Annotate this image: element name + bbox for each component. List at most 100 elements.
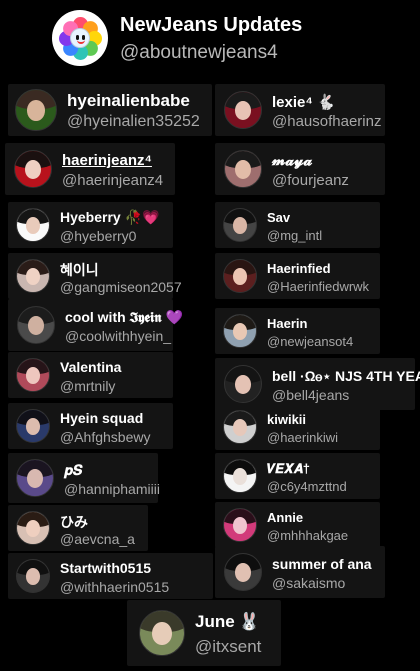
avatar[interactable]: [224, 365, 262, 403]
account-handle[interactable]: @aboutnewjeans4: [120, 42, 278, 64]
avatar[interactable]: [139, 610, 185, 656]
account-handle[interactable]: @sakaismo: [272, 575, 345, 591]
account-name[interactable]: haerinjeanz⁴: [62, 152, 152, 169]
account-header: NewJeans Updates @aboutnewjeans4: [52, 8, 412, 68]
account-handle[interactable]: @withhaerin0515: [60, 579, 169, 595]
account-card[interactable]: kiwikii @haerinkiwi: [215, 404, 380, 450]
account-card[interactable]: hyeinalienbabe @hyeinalien35252: [8, 84, 212, 136]
account-card[interactable]: Startwith0515 @withhaerin0515: [8, 553, 213, 599]
account-card[interactable]: Annie @mhhhakgae: [215, 502, 380, 548]
account-card[interactable]: Haerinfied @Haerinfiedwrwk: [215, 253, 380, 299]
account-title[interactable]: NewJeans Updates: [120, 14, 302, 37]
account-name[interactable]: ひみ: [60, 512, 88, 532]
avatar[interactable]: [223, 259, 257, 293]
account-card[interactable]: bell ·Ωⲑ⋆ NJS 4TH YEAR @bell4jeans: [215, 358, 420, 410]
account-name-text: Hyeberry: [60, 209, 121, 225]
account-card[interactable]: 𝒑𝑺 @hanniphamiiii: [8, 453, 160, 503]
avatar[interactable]: [224, 150, 262, 188]
account-card[interactable]: haerinjeanz⁴ @haerinjeanz4: [5, 143, 175, 195]
account-handle[interactable]: @hanniphamiiii: [64, 481, 160, 497]
account-name-text: cool with 𝕴𝖞𝖊𝖎𝖓: [65, 309, 162, 325]
account-card[interactable]: Hyein squad @Ahfghsbewy: [8, 403, 173, 449]
account-handle[interactable]: @haerinkiwi: [267, 430, 338, 445]
account-handle[interactable]: @Ahfghsbewy: [60, 429, 150, 445]
account-name-text: ひみ: [60, 514, 88, 530]
account-card[interactable]: 혜이니 @gangmiseon2057: [8, 253, 182, 299]
avatar[interactable]: [223, 508, 257, 542]
account-card[interactable]: Valentina @mrtnily: [8, 352, 173, 398]
account-name-text: 혜이니: [60, 262, 99, 278]
account-name[interactable]: Haerin: [267, 316, 307, 331]
account-name[interactable]: Annie: [267, 510, 303, 525]
account-name-text: hyeinalienbabe: [67, 91, 190, 110]
smiling-flower-icon[interactable]: [52, 10, 108, 66]
account-name[interactable]: Sav: [267, 210, 290, 225]
account-name[interactable]: Hyeberry 🥀💗: [60, 209, 160, 226]
account-handle[interactable]: @bell4jeans: [272, 387, 349, 403]
avatar[interactable]: [224, 91, 262, 129]
account-name[interactable]: kiwikii: [267, 412, 306, 427]
avatar[interactable]: [223, 208, 257, 242]
account-handle[interactable]: @coolwithhyein_: [65, 328, 171, 344]
account-name[interactable]: cool with 𝕴𝖞𝖊𝖎𝖓 💜: [65, 309, 183, 326]
avatar[interactable]: [223, 410, 257, 444]
account-name[interactable]: summer of ana: [272, 556, 372, 572]
avatar[interactable]: [223, 459, 257, 493]
account-card[interactable]: Hyeberry 🥀💗 @hyeberry0: [8, 202, 173, 248]
account-name[interactable]: Haerinfied: [267, 261, 331, 276]
account-name[interactable]: June 🐰: [195, 612, 260, 632]
account-handle[interactable]: @mg_intl: [267, 228, 322, 243]
account-handle[interactable]: @c6y4mzttnd: [267, 479, 347, 494]
account-name[interactable]: lexie⁴ 🐇: [272, 93, 335, 111]
account-name-text: June: [195, 612, 235, 631]
account-handle[interactable]: @mrtnily: [60, 378, 115, 394]
account-name[interactable]: bell ·Ωⲑ⋆ NJS 4TH YEAR: [272, 368, 420, 385]
account-card[interactable]: Haerin @newjeansot4: [215, 308, 380, 354]
account-card[interactable]: ひみ @aevcna_a: [8, 505, 148, 551]
account-handle[interactable]: @hyeberry0: [60, 228, 136, 244]
account-card[interactable]: cool with 𝕴𝖞𝖊𝖎𝖓 💜 @coolwithhyein_: [8, 299, 183, 351]
account-name[interactable]: Valentina: [60, 359, 121, 375]
avatar[interactable]: [16, 259, 50, 293]
name-emoji-icon: 🥀💗: [124, 209, 160, 225]
account-name[interactable]: hyeinalienbabe: [67, 91, 190, 111]
account-name[interactable]: Hyein squad: [60, 410, 143, 426]
avatar[interactable]: [14, 150, 52, 188]
account-handle[interactable]: @mhhhakgae: [267, 528, 348, 543]
account-handle[interactable]: @fourjeanz: [272, 172, 349, 189]
avatar[interactable]: [16, 358, 50, 392]
account-card[interactable]: lexie⁴ 🐇 @hausofhaerinz: [215, 84, 385, 136]
account-handle[interactable]: @haerinjeanz4: [62, 172, 163, 189]
avatar[interactable]: [16, 409, 50, 443]
avatar[interactable]: [223, 314, 257, 348]
account-handle[interactable]: @hausofhaerinz: [272, 113, 381, 130]
account-name-text: Annie: [267, 510, 304, 525]
avatar[interactable]: [16, 559, 50, 593]
avatar[interactable]: [16, 511, 50, 545]
account-name-text: Valentina: [60, 359, 122, 375]
account-card[interactable]: 𝑽𝑬𝑿𝑨† @c6y4mzttnd: [215, 453, 380, 499]
account-name-text: Startwith0515: [60, 560, 152, 576]
account-handle[interactable]: @newjeansot4: [267, 334, 353, 349]
account-name[interactable]: Startwith0515: [60, 560, 151, 576]
account-card[interactable]: Sav @mg_intl: [215, 202, 380, 248]
account-card[interactable]: June 🐰 @itxsent: [127, 600, 281, 666]
account-handle[interactable]: @hyeinalien35252: [67, 113, 200, 131]
account-name-text: Sav: [267, 210, 291, 225]
account-name-text: Haerinfied: [267, 261, 331, 276]
account-name[interactable]: 𝒑𝑺: [64, 462, 82, 479]
account-handle[interactable]: @gangmiseon2057: [60, 279, 182, 295]
avatar[interactable]: [16, 459, 54, 497]
account-card[interactable]: 𝓶𝓪𝔂𝓪 @fourjeanz: [215, 143, 385, 195]
avatar[interactable]: [17, 306, 55, 344]
account-card[interactable]: summer of ana @sakaismo: [215, 546, 385, 598]
avatar[interactable]: [16, 208, 50, 242]
account-name[interactable]: 𝓶𝓪𝔂𝓪: [272, 152, 312, 169]
account-name[interactable]: 𝑽𝑬𝑿𝑨†: [267, 461, 310, 477]
account-handle[interactable]: @Haerinfiedwrwk: [267, 279, 369, 294]
account-handle[interactable]: @aevcna_a: [60, 531, 135, 547]
account-name[interactable]: 혜이니: [60, 260, 99, 280]
account-handle[interactable]: @itxsent: [195, 637, 261, 657]
avatar[interactable]: [224, 553, 262, 591]
avatar[interactable]: [15, 89, 57, 131]
